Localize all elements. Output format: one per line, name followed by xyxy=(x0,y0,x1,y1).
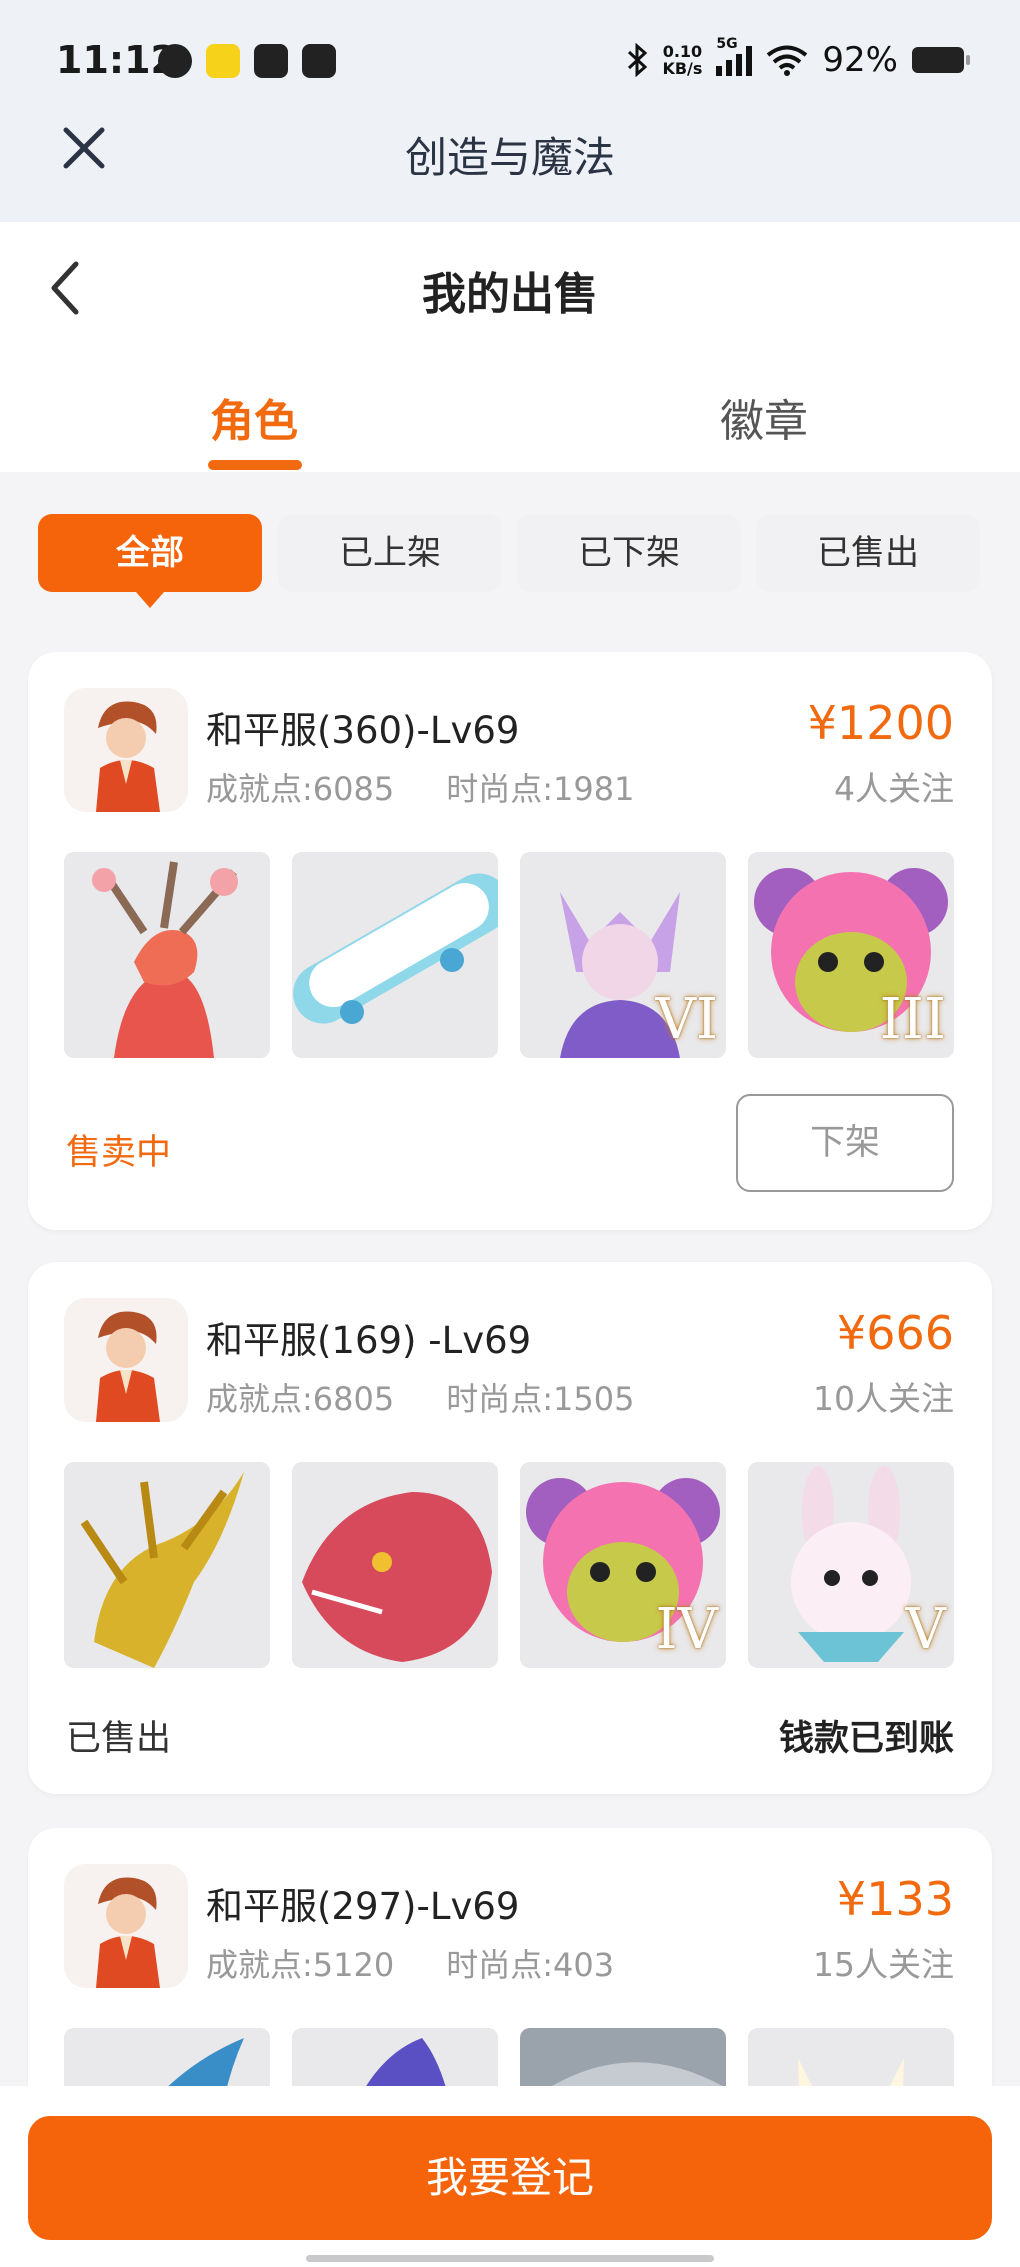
delist-button[interactable]: 下架 xyxy=(736,1094,954,1192)
tab-role[interactable]: 角色 xyxy=(104,385,404,449)
listing-card[interactable]: 和平服(169) -Lv69 成就点:6805 时尚点:1505 ¥666 10人… xyxy=(28,1262,992,1794)
role-stats: 成就点:6085 时尚点:1981 xyxy=(206,764,634,810)
fashion-points: 时尚点:1981 xyxy=(446,770,635,808)
listing-card[interactable]: 和平服(360)-Lv69 成就点:6085 时尚点:1981 ¥1200 4人关… xyxy=(28,652,992,1230)
net-speed: 0.10 KB/s xyxy=(662,43,702,77)
achievement-points: 成就点:6085 xyxy=(206,770,395,808)
role-avatar xyxy=(64,688,188,812)
achievement-points: 成就点:5120 xyxy=(206,1946,395,1984)
red-dragon-head-icon[interactable] xyxy=(292,1462,498,1668)
role-stats: 成就点:5120 时尚点:403 xyxy=(206,1940,614,1986)
followers-count: 10人关注 xyxy=(813,1379,954,1418)
price: ¥1200 xyxy=(807,696,954,750)
fox-spirit-costume-icon[interactable]: VI xyxy=(520,852,726,1058)
white-rabbit-pet-icon[interactable]: V xyxy=(748,1462,954,1668)
price: ¥133 xyxy=(836,1872,954,1926)
listing-status: 售卖中 xyxy=(66,1133,172,1173)
tier-badge: V xyxy=(905,1597,946,1662)
nav-title: 创造与魔法 xyxy=(404,133,615,182)
message-icon xyxy=(158,44,192,78)
payment-received-note: 钱款已到账 xyxy=(778,1719,954,1759)
role-name: 和平服(169) -Lv69 xyxy=(206,1319,532,1362)
role-avatar xyxy=(64,1298,188,1422)
net-speed-unit: KB/s xyxy=(662,59,703,78)
fashion-points: 时尚点:403 xyxy=(446,1946,615,1984)
price: ¥666 xyxy=(836,1306,954,1360)
home-indicator[interactable] xyxy=(306,2255,714,2262)
role-stats: 成就点:6805 时尚点:1505 xyxy=(206,1374,634,1420)
role-name: 和平服(360)-Lv69 xyxy=(206,709,520,752)
red-deer-dragon-mount-icon[interactable] xyxy=(64,852,270,1058)
item-thumbnails: VI III xyxy=(64,852,954,1058)
listing-status: 已售出 xyxy=(66,1719,172,1759)
wifi-icon xyxy=(767,45,808,76)
bluetooth-icon xyxy=(628,43,648,77)
notification-icons xyxy=(158,44,336,78)
role-avatar xyxy=(64,1864,188,1988)
filter-sold[interactable]: 已售出 xyxy=(756,514,980,592)
filter-all[interactable]: 全部 xyxy=(38,514,262,608)
tier-badge: IV xyxy=(655,1597,718,1662)
battery-percent: 92% xyxy=(822,40,898,80)
tab-indicator xyxy=(208,460,302,470)
role-name: 和平服(297)-Lv69 xyxy=(206,1885,520,1928)
battery-icon xyxy=(912,47,970,73)
net-speed-value: 0.10 xyxy=(662,42,703,61)
pink-bear-mask-icon[interactable]: III xyxy=(748,852,954,1058)
status-right: 0.10 KB/s 5G 92% xyxy=(626,36,970,80)
network-type: 5G xyxy=(716,36,738,52)
skateboard-icon[interactable] xyxy=(292,852,498,1058)
golden-dragon-mount-icon[interactable] xyxy=(64,1462,270,1668)
tab-badge[interactable]: 徽章 xyxy=(614,385,914,449)
tier-badge: VI xyxy=(655,987,718,1052)
fashion-points: 时尚点:1505 xyxy=(446,1380,635,1418)
item-thumbnails: IV V xyxy=(64,1462,954,1668)
filter-delisted[interactable]: 已下架 xyxy=(517,514,741,592)
pink-bear-mask-icon[interactable]: IV xyxy=(520,1462,726,1668)
tier-badge: III xyxy=(879,987,946,1052)
vivo-icon xyxy=(254,44,288,78)
page-title: 我的出售 xyxy=(422,269,598,320)
followers-count: 4人关注 xyxy=(834,769,954,808)
achievement-points: 成就点:6805 xyxy=(206,1380,395,1418)
register-button[interactable]: 我要登记 xyxy=(28,2116,992,2240)
app-badge-icon xyxy=(302,44,336,78)
followers-count: 15人关注 xyxy=(813,1945,954,1984)
app-notification-icon xyxy=(206,44,240,78)
filter-listed[interactable]: 已上架 xyxy=(278,514,502,592)
signal-wrap: 5G xyxy=(716,36,753,76)
